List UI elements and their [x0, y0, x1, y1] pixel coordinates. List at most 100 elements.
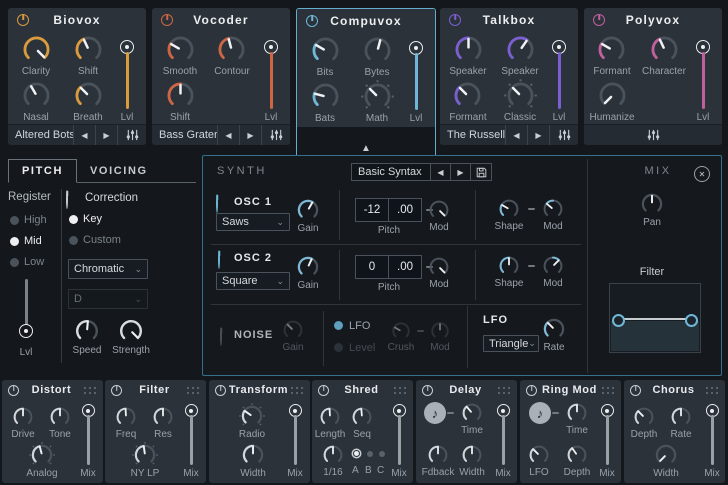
next-preset-button[interactable]: ▶: [527, 125, 549, 145]
osc2-pitch-cents[interactable]: .00: [388, 255, 422, 279]
scale-dropdown[interactable]: Chromatic ⌄: [68, 259, 148, 279]
noise-crush-knob[interactable]: Crush: [384, 320, 418, 354]
register-low-label[interactable]: Low: [24, 256, 44, 268]
mix-slider[interactable]: Mix: [597, 404, 617, 479]
correction-custom-label[interactable]: Custom: [83, 234, 121, 246]
bats-knob[interactable]: Bats: [309, 80, 342, 125]
filter-node-right[interactable]: [685, 314, 698, 327]
drag-handle-icon[interactable]: [706, 386, 719, 394]
advanced-panel-button[interactable]: [261, 125, 290, 145]
noise-power-icon[interactable]: [220, 327, 222, 346]
delay-time-knob[interactable]: Time: [455, 401, 489, 437]
bytes-knob[interactable]: Bytes: [361, 34, 394, 79]
slider-track[interactable]: [502, 415, 505, 465]
speed-knob[interactable]: Speed: [70, 317, 104, 357]
level-slider[interactable]: Lvl: [545, 40, 573, 123]
prev-preset-button[interactable]: ◀: [73, 125, 95, 145]
osc2-power-icon[interactable]: [218, 250, 220, 269]
tempo-sync-note-icon[interactable]: ♪: [424, 402, 446, 424]
ringmod-lfo-knob[interactable]: LFO: [522, 443, 556, 479]
shift-knob[interactable]: Shift: [72, 33, 105, 78]
drag-handle-icon[interactable]: [602, 386, 615, 394]
tone-knob[interactable]: Tone: [43, 405, 77, 441]
mix-slider[interactable]: Mix: [78, 404, 98, 479]
lfo-rate-knob[interactable]: Rate: [537, 316, 571, 354]
key-dropdown[interactable]: D ⌄: [68, 289, 148, 309]
register-mid-radio[interactable]: [10, 237, 19, 246]
power-icon[interactable]: [526, 385, 537, 396]
chorus-rate-knob[interactable]: Rate: [664, 405, 698, 441]
osc2-pitch-mod-knob[interactable]: Mod: [422, 255, 456, 291]
nasal-knob[interactable]: Nasal: [20, 79, 53, 124]
osc1-gain-knob[interactable]: Gain: [291, 197, 325, 235]
breath-knob[interactable]: Breath: [72, 79, 105, 124]
slider-track[interactable]: [415, 53, 418, 110]
power-icon[interactable]: [8, 385, 19, 396]
filter-graph[interactable]: [609, 283, 701, 353]
osc1-shape-mod-knob[interactable]: Mod: [536, 197, 570, 233]
module-preset-name[interactable]: Bass Grater: [152, 125, 217, 145]
formant-knob[interactable]: Formant: [593, 33, 630, 78]
advanced-panel-button[interactable]: [549, 125, 578, 145]
math-knob[interactable]: Math: [361, 80, 394, 125]
module-preset-name[interactable]: Altered Bots: [8, 125, 73, 145]
noise-gain-knob[interactable]: Gain: [276, 318, 310, 354]
next-preset-button[interactable]: ▶: [239, 125, 261, 145]
pattern-c-radio[interactable]: [379, 451, 385, 457]
power-icon[interactable]: [449, 14, 461, 26]
save-preset-button[interactable]: [471, 163, 492, 181]
noise-lfo-label[interactable]: LFO: [349, 320, 370, 332]
slider-track[interactable]: [294, 415, 297, 465]
filter-type-knob[interactable]: NY LP: [128, 442, 162, 480]
prev-preset-button[interactable]: ◀: [431, 163, 451, 181]
drag-handle-icon[interactable]: [394, 386, 407, 394]
level-slider[interactable]: Lvl: [257, 40, 285, 123]
register-high-radio[interactable]: [10, 216, 19, 225]
drive-knob[interactable]: Drive: [6, 405, 40, 441]
res-knob[interactable]: Res: [146, 405, 180, 441]
contour-knob[interactable]: Contour: [214, 33, 250, 78]
formant-knob[interactable]: Formant: [449, 79, 486, 124]
shift-knob[interactable]: Shift: [164, 79, 197, 124]
slider-track[interactable]: [702, 52, 705, 109]
drag-handle-icon[interactable]: [187, 386, 200, 394]
width-knob[interactable]: Width: [236, 442, 270, 480]
osc1-wave-dropdown[interactable]: Saws ⌄: [216, 213, 290, 231]
advanced-panel-button[interactable]: [117, 125, 146, 145]
slider-track[interactable]: [558, 52, 561, 109]
pattern-b-label[interactable]: B: [365, 465, 372, 476]
length-knob[interactable]: Length: [313, 405, 347, 441]
mix-slider[interactable]: Mix: [493, 404, 513, 479]
power-icon[interactable]: [630, 385, 641, 396]
pattern-c-label[interactable]: C: [377, 465, 384, 476]
pattern-a-radio[interactable]: [353, 450, 360, 457]
prev-preset-button[interactable]: ◀: [505, 125, 527, 145]
close-icon[interactable]: ✕: [694, 166, 710, 182]
mix-slider[interactable]: Mix: [389, 404, 409, 479]
osc2-wave-dropdown[interactable]: Square ⌄: [216, 272, 290, 290]
next-preset-button[interactable]: ▶: [451, 163, 471, 181]
radio-knob[interactable]: Radio: [235, 403, 269, 441]
register-low-radio[interactable]: [10, 258, 19, 267]
chorus-width-knob[interactable]: Width: [649, 442, 683, 480]
osc2-pitch-semitones[interactable]: 0: [355, 255, 389, 279]
synth-preset-name[interactable]: Basic Syntax: [351, 163, 431, 181]
tab-pitch[interactable]: PITCH: [8, 159, 77, 183]
correction-custom-radio[interactable]: [69, 236, 78, 245]
humanize-knob[interactable]: Humanize: [589, 79, 634, 124]
slider-track[interactable]: [398, 415, 401, 465]
ringmod-depth-knob[interactable]: Depth: [560, 443, 594, 479]
osc1-pitch-mod-knob[interactable]: Mod: [422, 198, 456, 234]
feedback-knob[interactable]: Fdback: [421, 443, 455, 479]
slider-track[interactable]: [126, 52, 129, 109]
correction-key-radio[interactable]: [69, 215, 78, 224]
tab-voicing[interactable]: VOICING: [77, 159, 161, 182]
power-icon[interactable]: [593, 14, 605, 26]
collapse-panel-button[interactable]: ▲: [297, 143, 435, 154]
next-preset-button[interactable]: ▶: [95, 125, 117, 145]
advanced-panel-button[interactable]: [584, 125, 722, 145]
power-icon[interactable]: [306, 15, 318, 27]
register-high-label[interactable]: High: [24, 214, 47, 226]
level-slider[interactable]: Lvl: [689, 40, 717, 123]
slider-track[interactable]: [711, 415, 714, 465]
